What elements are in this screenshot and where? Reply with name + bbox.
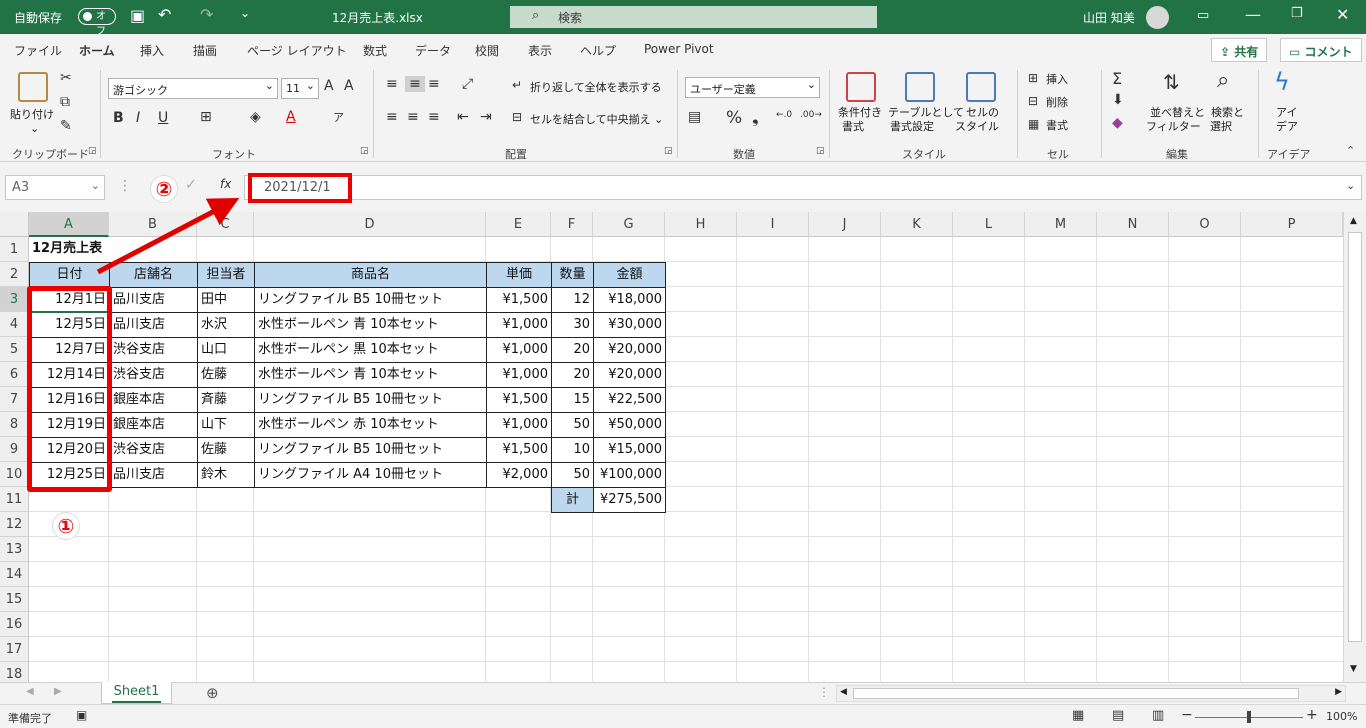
scroll-left-icon[interactable]: ◀	[840, 687, 847, 697]
zoom-level[interactable]: 100%	[1326, 710, 1357, 723]
sheet-tab[interactable]: Sheet1	[101, 682, 172, 704]
horizontal-scrollbar[interactable]: ◀ ▶	[836, 685, 1346, 702]
horizontal-scroll-thumb[interactable]	[853, 688, 1299, 699]
accessibility-icon[interactable]: ▣	[76, 708, 87, 722]
split-handle[interactable]: ⋮	[818, 685, 830, 699]
normal-view-icon[interactable]: ▦	[1072, 708, 1084, 723]
scroll-right-icon[interactable]: ▶	[1335, 687, 1342, 697]
sheet-tab-bar: ◀ ▶ Sheet1 ⊕ ⋮ ◀ ▶	[0, 682, 1366, 704]
annotation-arrow	[96, 198, 240, 275]
status-bar: 準備完了 ▣ ▦ ▤ ▥ − + 100%	[0, 704, 1366, 728]
next-sheet-icon[interactable]: ▶	[54, 686, 62, 697]
page-break-view-icon[interactable]: ▥	[1152, 708, 1164, 723]
zoom-in-icon[interactable]: +	[1306, 707, 1318, 723]
new-sheet-icon[interactable]: ⊕	[206, 684, 219, 702]
zoom-out-icon[interactable]: −	[1181, 707, 1193, 723]
prev-sheet-icon[interactable]: ◀	[26, 686, 34, 697]
zoom-slider-thumb[interactable]	[1247, 711, 1251, 723]
status-ready: 準備完了	[8, 712, 52, 725]
page-layout-view-icon[interactable]: ▤	[1112, 708, 1124, 723]
